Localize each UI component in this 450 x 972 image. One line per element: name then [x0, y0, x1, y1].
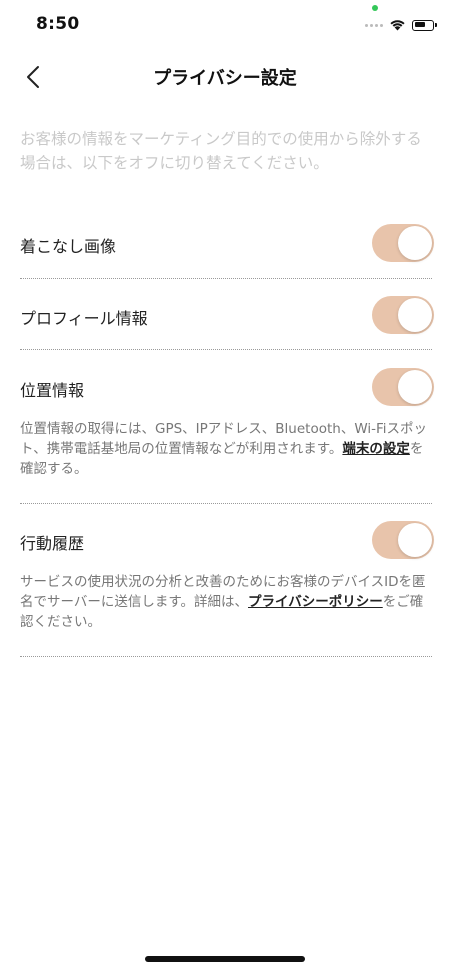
activity-description: サービスの使用状況の分析と改善のためにお客様のデバイスIDを匿名でサーバーに送信… [20, 572, 434, 632]
status-icons [365, 18, 437, 32]
divider [20, 278, 432, 279]
privacy-policy-link[interactable]: プライバシーポリシー [248, 594, 383, 610]
setting-label: 位置情報 [20, 381, 85, 400]
setting-row-profile-info: プロフィール情報 [20, 296, 434, 334]
toggle-knob [398, 226, 432, 260]
signal-dots-icon [365, 23, 383, 27]
divider [20, 503, 432, 504]
setting-row-outfit-images: 着こなし画像 [20, 224, 434, 262]
toggle-knob [398, 298, 432, 332]
status-bar: 8:50 [0, 0, 450, 50]
divider [20, 656, 432, 657]
location-description: 位置情報の取得には、GPS、IPアドレス、Bluetooth、Wi-Fiスポット… [20, 419, 434, 479]
setting-label: プロフィール情報 [20, 309, 148, 328]
setting-label: 行動履歴 [20, 534, 85, 553]
toggle-profile-info[interactable] [372, 296, 434, 334]
intro-text: お客様の情報をマーケティング目的での使用から除外する場合は、以下をオフに切り替え… [20, 130, 422, 172]
divider [20, 349, 432, 350]
page-title: プライバシー設定 [153, 68, 297, 89]
status-time: 8:50 [36, 14, 80, 34]
toggle-outfit-images[interactable] [372, 224, 434, 262]
home-indicator [145, 956, 305, 962]
toggle-knob [398, 523, 432, 557]
wifi-icon [390, 20, 405, 31]
setting-row-location: 位置情報 [20, 368, 434, 406]
privacy-indicator-dot [372, 5, 378, 11]
toggle-knob [398, 370, 432, 404]
setting-row-activity-history: 行動履歴 [20, 521, 434, 559]
nav-bar: プライバシー設定 [0, 54, 450, 100]
toggle-location[interactable] [372, 368, 434, 406]
battery-icon [412, 19, 437, 31]
device-settings-link[interactable]: 端末の設定 [342, 441, 410, 457]
setting-label: 着こなし画像 [20, 237, 117, 256]
toggle-activity-history[interactable] [372, 521, 434, 559]
